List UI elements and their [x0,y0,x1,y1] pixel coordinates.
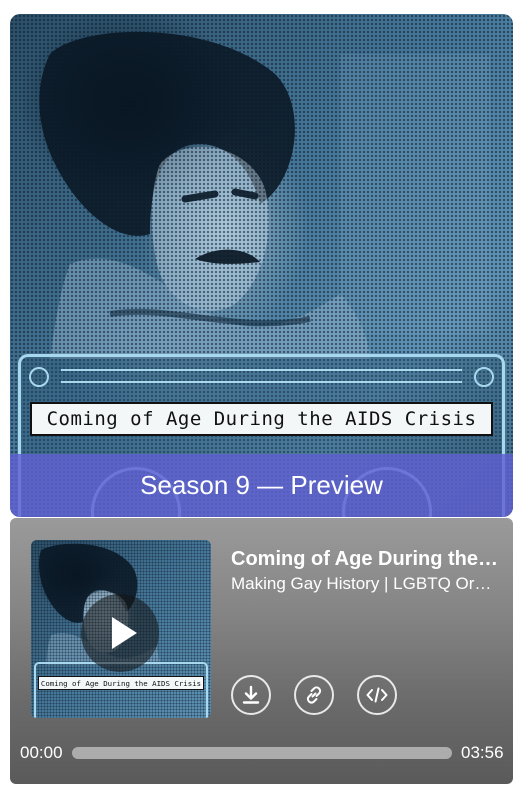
play-button[interactable] [81,594,159,672]
season-banner: Season 9 — Preview [10,454,513,517]
embed-code-icon [366,687,388,703]
play-icon [112,617,137,649]
cassette-rail [61,369,462,383]
current-time: 00:00 [20,743,63,762]
thumbnail-label: Coming of Age During the AIDS Crisis [38,676,204,690]
episode-title[interactable]: Coming of Age During the AIDS Crisis [231,548,501,571]
download-button[interactable] [231,675,271,715]
cassette-label: Coming of Age During the AIDS Crisis [30,402,493,436]
cover-art: Coming of Age During the AIDS Crisis Sea… [10,14,513,517]
copy-link-button[interactable] [294,675,334,715]
audio-player: Coming of Age During the AIDS Crisis Com… [10,518,513,784]
embed-button[interactable] [357,675,397,715]
episode-thumbnail: Coming of Age During the AIDS Crisis [31,540,211,718]
show-name[interactable]: Making Gay History | LGBTQ Oral Historie… [231,574,493,594]
download-icon [242,685,260,704]
progress-bar[interactable] [72,747,452,759]
cassette-screw [474,367,494,387]
cassette-screw [29,367,49,387]
link-icon [306,686,322,704]
duration: 03:56 [461,743,504,762]
